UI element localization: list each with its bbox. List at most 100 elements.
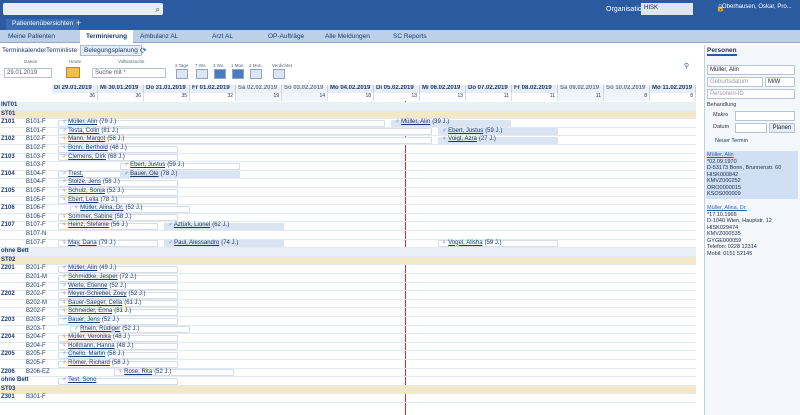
- view-button-2[interactable]: [214, 69, 226, 79]
- patient-entry[interactable]: ♀ Sommer, Sabine (58 J.): [62, 214, 132, 222]
- person-search-field[interactable]: Müller, Alin: [707, 65, 795, 75]
- patient-entry[interactable]: ♂ Müller, Alin (79 J.): [62, 119, 116, 127]
- patient-entry[interactable]: ♀ Müller, Alina, Dr. (52 J.): [74, 205, 143, 213]
- day-header[interactable]: Fr 01.02.2019: [190, 85, 236, 93]
- subtab-terminliste[interactable]: Terminliste: [46, 47, 77, 54]
- patient-name[interactable]: Sommer, Sabine: [68, 214, 112, 220]
- subtab-terminkalender[interactable]: Terminkalender: [2, 47, 46, 54]
- fulltext-search-input[interactable]: Suche mit *: [92, 68, 166, 78]
- day-header[interactable]: Mo 04.02.2019: [328, 85, 374, 93]
- patient-entry[interactable]: ♀ Mann, Margot (58 J.): [62, 136, 124, 144]
- nav-arzt-al[interactable]: Arzt AL: [212, 33, 233, 40]
- add-tab-button[interactable]: +: [76, 18, 81, 28]
- patient-name[interactable]: Test, Sono: [68, 377, 96, 383]
- view-button-3[interactable]: [232, 69, 244, 79]
- user-name[interactable]: Oberhausen, Oskar, Pro...: [722, 4, 792, 10]
- view-button-4[interactable]: [250, 69, 262, 79]
- nav-alle-meldungen[interactable]: Alle Meldungen: [325, 33, 370, 40]
- day-header[interactable]: Mi 06.02.2019: [420, 85, 466, 93]
- person-card-name[interactable]: Müller, Alin: [707, 152, 734, 158]
- patient-entry[interactable]: ♂ Test, Sono: [62, 377, 98, 385]
- patient-name[interactable]: Müller, Alin: [68, 119, 97, 125]
- person-card[interactable]: Müller, Alina, Dr. *17.10.1966 D-1040 Wien…: [706, 204, 798, 258]
- patient-name[interactable]: Aztürk, Lionel: [174, 222, 210, 228]
- day-header[interactable]: Sa 09.02.2019: [558, 85, 604, 93]
- view-button-1[interactable]: [196, 69, 208, 79]
- day-header[interactable]: Do 31.01.2019: [144, 85, 190, 93]
- nav-op-auftr-ge[interactable]: OP-Aufträge: [268, 33, 304, 40]
- patient-name[interactable]: Ebert, Leila: [68, 197, 98, 203]
- day-header[interactable]: So 03.02.2019: [282, 85, 328, 93]
- patient-name[interactable]: Müller, Alin: [68, 265, 97, 271]
- day-header[interactable]: Sa 02.02.2019: [236, 85, 282, 93]
- patient-entry[interactable]: ♂ Werle, Etienne (52 J.): [62, 283, 126, 291]
- person-card[interactable]: Müller, Alin *02.09.1970 D-53173 Bonn, Bru…: [706, 151, 798, 199]
- patient-entry[interactable]: ♂ Rhein, Rüdiger (52 J.): [74, 326, 139, 334]
- planen-button[interactable]: Planen: [769, 123, 795, 133]
- patient-name[interactable]: Chello, Martin: [68, 351, 105, 357]
- patient-entry[interactable]: ♀ May, Dana (79 J.): [62, 240, 116, 248]
- patient-entry[interactable]: ♂ Paul, Alessandro (74 J.): [168, 240, 238, 248]
- patient-name[interactable]: Werle, Etienne: [68, 283, 107, 289]
- patient-entry[interactable]: ♀ Voigt, Azra (27 J.): [442, 136, 496, 144]
- patient-name[interactable]: Meyer-Schiebel, Zoey: [68, 291, 126, 297]
- date-side-field[interactable]: [735, 123, 767, 133]
- filter-icon[interactable]: ⚲: [684, 62, 689, 70]
- patient-entry[interactable]: ♂ Trest,: [62, 171, 85, 179]
- patient-entry[interactable]: ♂ Clemens, Dirk (68 J.): [62, 154, 125, 162]
- nav-terminierung[interactable]: Terminierung: [80, 30, 134, 43]
- today-button[interactable]: [66, 67, 80, 78]
- makro-select[interactable]: [735, 111, 795, 121]
- patient-entry[interactable]: ♂ Römer, Richard (58 J.): [62, 360, 129, 368]
- refresh-icon[interactable]: ⟳: [140, 46, 147, 55]
- patient-name[interactable]: Rhein, Rüdiger: [80, 326, 120, 332]
- patient-name[interactable]: Müller, Alina, Dr.: [80, 205, 123, 211]
- patient-entry[interactable]: ♂ Testa, Colin (81 J.): [62, 128, 118, 136]
- patient-entry[interactable]: ♂ Schmidtke, Jesper (72 J.): [62, 274, 137, 282]
- day-header[interactable]: So 10.02.2019: [604, 85, 650, 93]
- patient-entry[interactable]: ♀ Hollmann, Hanna (48 J.): [62, 343, 134, 351]
- patient-name[interactable]: Bauer, Ole: [130, 171, 158, 177]
- nav-ambulanz-al[interactable]: Ambulanz AL: [140, 33, 178, 40]
- org-select[interactable]: HISK: [641, 3, 693, 15]
- patient-name[interactable]: Schulz, Sonja: [68, 188, 105, 194]
- person-card-name[interactable]: Müller, Alina, Dr.: [707, 205, 747, 211]
- patient-entry[interactable]: ♂ Ebert, Justus (59 J.): [442, 128, 502, 136]
- day-header[interactable]: Mi 30.01.2019: [98, 85, 144, 93]
- patient-name[interactable]: Ebert, Justus: [448, 128, 483, 134]
- patient-name[interactable]: Voigt, Azra: [448, 136, 477, 142]
- day-header[interactable]: Di 05.02.2019: [374, 85, 420, 93]
- patient-entry[interactable]: ♀ Müller, Veronika (48 J.): [62, 334, 130, 342]
- patient-name[interactable]: Trest,: [68, 171, 83, 177]
- patient-name[interactable]: Mann, Margot: [68, 136, 105, 142]
- patient-name[interactable]: May, Dana: [68, 240, 97, 246]
- patient-name[interactable]: Stolze, Jens: [68, 179, 101, 185]
- patient-name[interactable]: Bauer, Jens: [68, 317, 100, 323]
- patient-name[interactable]: Ebert, Justus: [130, 162, 165, 168]
- nav-sc-reports[interactable]: SC Reports: [393, 33, 427, 40]
- day-header[interactable]: Di 29.01.2019: [52, 85, 98, 93]
- patient-entry[interactable]: ♀ Rose, Rita (52 J.): [118, 369, 171, 377]
- patient-name[interactable]: Schmidtke, Jesper: [68, 274, 117, 280]
- day-header[interactable]: Mo 11.02.2019: [650, 85, 696, 93]
- patient-entry[interactable]: ♀ Bauer-Saeger, Celia (61 J.): [62, 300, 141, 308]
- patient-entry[interactable]: ♂ Bauer, Jens (52 J.): [62, 317, 119, 325]
- view-button-5[interactable]: [273, 69, 285, 79]
- patient-name[interactable]: Müller, Alin: [401, 119, 430, 125]
- nav-meine-patienten[interactable]: Meine Patienten: [8, 33, 55, 40]
- patient-name[interactable]: Testa, Colin: [68, 128, 99, 134]
- gender-select[interactable]: M/W: [765, 77, 795, 87]
- tab-personen[interactable]: Personen: [707, 47, 737, 56]
- patient-entry[interactable]: ♀ Heinz, Stefanie (56 J.): [62, 222, 128, 230]
- patient-entry[interactable]: ♂ Aztürk, Lionel (62 J.): [168, 222, 229, 230]
- subtab-belegungsplanung[interactable]: Belegungsplanung: [80, 45, 142, 56]
- patient-entry[interactable]: ♂ Stolze, Jens (58 J.): [62, 179, 120, 187]
- patient-name[interactable]: Hollmann, Hanna: [68, 343, 114, 349]
- patient-entry[interactable]: ♂ Chello, Martin (58 J.): [62, 351, 124, 359]
- patient-name[interactable]: Schneider, Enna: [68, 308, 112, 314]
- patient-name[interactable]: Rose, Rita: [124, 369, 152, 375]
- patient-entry[interactable]: ♀ Bonn, Berthold (48 J.): [62, 145, 127, 153]
- patient-entry[interactable]: ♂ Müller, Alin (49 J.): [62, 265, 116, 273]
- person-id-field[interactable]: Personen-ID: [707, 89, 795, 99]
- view-button-0[interactable]: [176, 69, 188, 79]
